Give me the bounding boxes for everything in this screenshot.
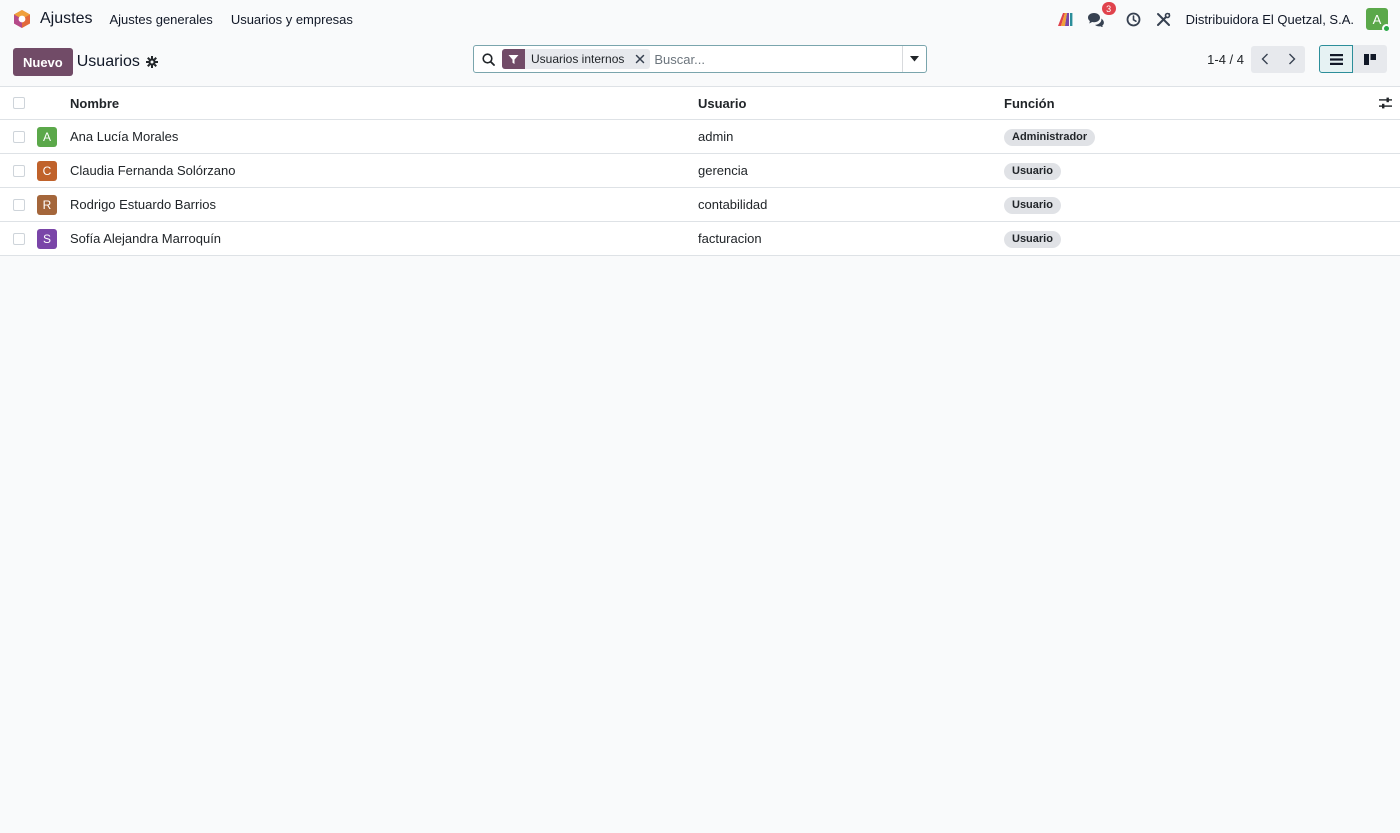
- search-input[interactable]: [654, 47, 902, 71]
- avatar: A: [37, 126, 57, 147]
- row-checkbox[interactable]: [13, 232, 25, 245]
- chat-icon[interactable]: 3: [1085, 2, 1116, 30]
- row-checkbox[interactable]: [13, 130, 25, 143]
- user-login: admin: [698, 129, 734, 144]
- chat-badge: 3: [1101, 2, 1116, 15]
- row-checkbox[interactable]: [13, 164, 25, 177]
- debug-tools-icon[interactable]: [1153, 8, 1175, 30]
- role-badge: Usuario: [1004, 230, 1061, 248]
- avatar: R: [37, 194, 57, 215]
- user-avatar[interactable]: A: [1366, 8, 1391, 33]
- app-logo-icon[interactable]: [12, 9, 32, 29]
- user-name: Ana Lucía Morales: [70, 129, 179, 144]
- table-row[interactable]: R Rodrigo Estuardo Barrios contabilidad …: [0, 188, 1400, 222]
- search-bar: Usuarios internos: [473, 45, 927, 73]
- view-switcher: [1319, 45, 1387, 73]
- user-avatar-initial: A: [1372, 11, 1382, 27]
- table-row[interactable]: C Claudia Fernanda Solórzano gerencia Us…: [0, 154, 1400, 188]
- new-button[interactable]: Nuevo: [13, 48, 73, 76]
- company-switcher[interactable]: Distribuidora El Quetzal, S.A.: [1186, 12, 1354, 27]
- control-panel: Nuevo Usuarios Usuarios internos Buscar.…: [0, 38, 1400, 86]
- list-view-button[interactable]: [1319, 45, 1353, 73]
- sliders-icon: [1378, 97, 1392, 109]
- filter-facet: Usuarios internos: [502, 49, 651, 69]
- role-badge: Administrador: [1004, 128, 1096, 146]
- user-login: gerencia: [698, 163, 748, 178]
- user-name: Rodrigo Estuardo Barrios: [70, 197, 216, 212]
- user-name: Sofía Alejandra Marroquín: [70, 231, 222, 246]
- role-badge: Usuario: [1004, 196, 1061, 214]
- pager-previous-button[interactable]: [1251, 45, 1278, 73]
- avatar: C: [37, 160, 57, 181]
- presence-dot-icon: [1382, 24, 1391, 33]
- table-row[interactable]: A Ana Lucía Morales admin Administrador: [0, 120, 1400, 154]
- systray: 3 Distribuidora El Quetzal, S.A. A: [1047, 2, 1391, 33]
- caret-down-icon: [910, 56, 919, 62]
- avatar: S: [37, 228, 57, 249]
- column-header-role[interactable]: Función: [1004, 96, 1370, 111]
- user-login: facturacion: [698, 231, 762, 246]
- menu-ajustes-generales[interactable]: Ajustes generales: [109, 12, 212, 27]
- kanban-view-button[interactable]: [1353, 45, 1387, 73]
- chevron-right-icon: [1288, 53, 1295, 65]
- pager-next-button[interactable]: [1278, 45, 1305, 73]
- user-name: Claudia Fernanda Solórzano: [70, 163, 236, 178]
- ai-assistant-icon[interactable]: [1055, 8, 1077, 30]
- row-checkbox[interactable]: [13, 198, 25, 211]
- page-title: Usuarios: [76, 53, 140, 70]
- user-login: contabilidad: [698, 197, 768, 212]
- top-navbar: Ajustes Ajustes generales Usuarios y emp…: [0, 0, 1400, 38]
- column-header-name[interactable]: Nombre: [70, 96, 698, 111]
- gear-icon[interactable]: [145, 56, 158, 68]
- menu-usuarios-y-empresas[interactable]: Usuarios y empresas: [231, 12, 353, 27]
- search-icon[interactable]: [474, 52, 502, 66]
- optional-columns-toggle[interactable]: [1370, 97, 1400, 109]
- role-badge: Usuario: [1004, 162, 1061, 180]
- list-icon: [1329, 53, 1343, 65]
- pager: 1-4 / 4: [1207, 45, 1305, 73]
- kanban-icon: [1364, 53, 1376, 65]
- list-header: Nombre Usuario Función: [0, 87, 1400, 120]
- close-icon[interactable]: [630, 54, 650, 64]
- column-header-login[interactable]: Usuario: [698, 96, 1004, 111]
- pager-value[interactable]: 1-4 / 4: [1207, 52, 1244, 67]
- chevron-left-icon: [1261, 53, 1268, 65]
- users-list: Nombre Usuario Función A Ana Lucía Moral…: [0, 86, 1400, 256]
- filter-facet-label: Usuarios internos: [531, 52, 625, 66]
- filter-icon: [502, 49, 525, 69]
- select-all-cell: [0, 97, 37, 109]
- activity-clock-icon[interactable]: [1123, 8, 1145, 30]
- search-options-toggle[interactable]: [902, 46, 926, 72]
- table-row[interactable]: S Sofía Alejandra Marroquín facturacion …: [0, 222, 1400, 256]
- select-all-checkbox[interactable]: [13, 97, 25, 109]
- app-name[interactable]: Ajustes: [40, 10, 92, 28]
